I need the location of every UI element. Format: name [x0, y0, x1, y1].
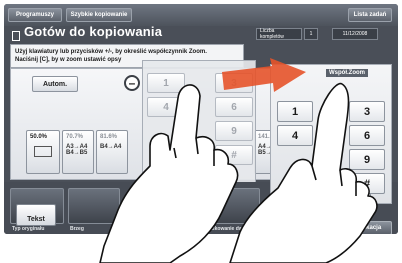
zoom-decrease-button[interactable]: – [124, 75, 140, 91]
key-9[interactable]: 9 [215, 121, 253, 141]
key-confirm[interactable]: ✓ [335, 193, 371, 205]
tab-label-original-type: Typ oryginału [12, 226, 45, 232]
zoom-value-display: 100.0% [156, 207, 190, 223]
bezel-bottom [0, 234, 402, 263]
key-confirm[interactable]: ✓ [181, 167, 219, 183]
copy-count-value: 1 [304, 28, 318, 40]
auto-zoom-button[interactable]: Autom. [32, 76, 78, 92]
zoom-preset-line: B4→B5 [66, 150, 88, 156]
key-6[interactable]: 6 [349, 125, 385, 146]
zoom-preset-line: B4→A4 [100, 144, 122, 150]
program-button[interactable]: Programuszy [8, 8, 62, 22]
screen-title: Gotów do kopiowania [24, 24, 163, 39]
key-hash[interactable]: # [349, 173, 385, 194]
zoom-preset-70[interactable]: 70.7% A3→A4 B4→B5 [62, 130, 94, 174]
date-display: 11/12/2008 [332, 28, 378, 40]
numeric-keypad: Współ.Zoom 1 3 4 6 9 # ✓ [270, 64, 392, 205]
zoom-preset-pct: 50.0% [30, 134, 48, 140]
tab-duplex[interactable] [204, 188, 260, 224]
document-icon [12, 31, 20, 41]
keypad-title: Współ.Zoom [326, 69, 368, 77]
zoom-preset-pct: 70.7% [66, 134, 84, 140]
key-4[interactable]: 4 [277, 125, 313, 146]
jobs-list-button[interactable]: Lista zadań [348, 8, 392, 22]
tab-label-zoom: Zoom [164, 223, 189, 233]
text-mode-button[interactable]: Tekst [16, 204, 56, 226]
paper-icon [34, 146, 52, 157]
numeric-keypad-faded: 1 3 4 6 9 # ✓ [142, 60, 256, 184]
instruction-line-1: Użyj klawiatury lub przycisków +/-, by o… [15, 49, 207, 55]
zoom-preset-pct: 81.6% [100, 134, 118, 140]
zoom-preset-81[interactable]: 81.6% B4→A4 [96, 130, 128, 174]
quick-copy-button[interactable]: Szybkie kopiowanie [66, 8, 132, 22]
top-bar [4, 4, 398, 26]
device-bezel: Programuszy Szybkie kopiowanie Lista zad… [0, 0, 402, 263]
zoom-preset-50[interactable]: 50.0% [26, 130, 60, 174]
key-6[interactable]: 6 [215, 97, 253, 117]
key-hash[interactable]: # [215, 145, 253, 165]
key-9[interactable]: 9 [349, 149, 385, 170]
key-3[interactable]: 3 [215, 73, 253, 93]
key-3[interactable]: 3 [349, 101, 385, 122]
tab-label-duplex: Drukowanie dwustronnie [206, 226, 266, 232]
key-1[interactable]: 1 [277, 101, 313, 122]
tab-label-margin: Brzeg [70, 226, 84, 232]
key-4[interactable]: 4 [147, 97, 185, 117]
apply-button[interactable]: Aplikacja [344, 221, 392, 234]
key-1[interactable]: 1 [147, 73, 185, 93]
copy-count-label: Liczba kompletów [256, 28, 302, 40]
tab-margin[interactable] [68, 188, 120, 224]
